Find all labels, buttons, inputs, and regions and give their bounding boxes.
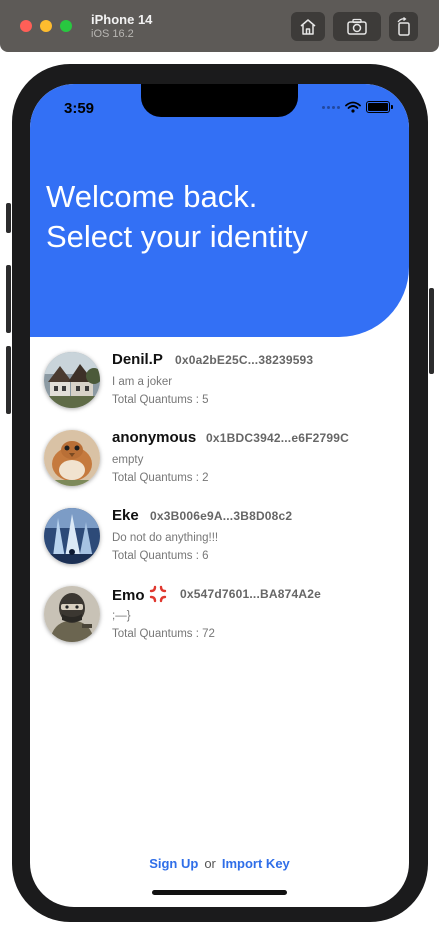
home-icon	[300, 18, 316, 35]
identity-item[interactable]: Emo 0x547d7601...BA874A2e ;—} Total Quan…	[30, 581, 409, 651]
welcome-line: Welcome back.	[46, 179, 258, 214]
select-identity-line: Select your identity	[46, 219, 308, 254]
identity-total-quantums: Total Quantums : 72	[112, 628, 215, 640]
or-separator: or	[204, 856, 216, 871]
identity-total-quantums: Total Quantums : 5	[112, 394, 209, 406]
os-version: iOS 16.2	[91, 28, 134, 40]
identity-total-quantums: Total Quantums : 6	[112, 550, 209, 562]
identity-address: 0x3B006e9A...3B8D08c2	[150, 509, 293, 523]
identity-total-quantums: Total Quantums : 2	[112, 472, 209, 484]
sign-up-link[interactable]: Sign Up	[149, 856, 198, 871]
volume-up-button	[6, 265, 11, 333]
close-window-button[interactable]	[20, 20, 32, 32]
rotate-icon	[396, 16, 410, 36]
status-indicators	[322, 101, 393, 113]
identity-name-text: Emo	[112, 587, 145, 604]
identity-description: Do not do anything!!!	[112, 532, 219, 544]
identity-name: anonymous	[112, 429, 197, 446]
status-time: 3:59	[64, 100, 95, 117]
identity-item[interactable]: Denil.P 0x0a2bE25C...38239593 I am a jok…	[30, 347, 409, 417]
dynamic-notch	[141, 84, 298, 117]
identity-name: Denil.P	[112, 351, 163, 368]
simulator-titlebar: iPhone 14 iOS 16.2	[0, 0, 439, 52]
bird-avatar	[44, 430, 100, 486]
power-button	[429, 288, 434, 374]
wifi-icon	[345, 101, 361, 113]
identity-description: empty	[112, 454, 144, 466]
identity-address: 0x0a2bE25C...38239593	[175, 353, 314, 367]
silent-switch	[6, 203, 11, 233]
identity-name: Emo	[112, 585, 167, 604]
identity-description: ;—}	[112, 610, 131, 622]
cellular-signal-icon	[322, 105, 340, 109]
volume-down-button	[6, 346, 11, 414]
device-name: iPhone 14	[91, 12, 153, 27]
page-title: Welcome back. Select your identity	[46, 177, 308, 257]
auth-footer: Sign Up or Import Key	[30, 856, 409, 871]
identity-address: 0x547d7601...BA874A2e	[180, 587, 321, 601]
screenshot-icon	[347, 18, 367, 35]
zoom-window-button[interactable]	[60, 20, 72, 32]
home-indicator[interactable]	[152, 890, 287, 895]
identity-item[interactable]: Eke 0x3B006e9A...3B8D08c2 Do not do anyt…	[30, 503, 409, 573]
village-house-avatar	[44, 352, 100, 408]
anger-icon	[149, 585, 166, 603]
identity-description: I am a joker	[112, 376, 173, 388]
app-screen: 3:59 Welcome back. Select your identity	[30, 84, 409, 907]
masked-soldier-avatar	[44, 586, 100, 642]
rotate-button[interactable]	[389, 12, 418, 41]
identity-name: Eke	[112, 507, 139, 524]
minimize-window-button[interactable]	[40, 20, 52, 32]
screenshot-button[interactable]	[333, 12, 381, 41]
home-button[interactable]	[291, 12, 325, 41]
identity-address: 0x1BDC3942...e6F2799C	[206, 431, 349, 445]
battery-icon	[366, 101, 393, 113]
ice-waterfall-avatar	[44, 508, 100, 564]
import-key-link[interactable]: Import Key	[222, 856, 290, 871]
identity-item[interactable]: anonymous 0x1BDC3942...e6F2799C empty To…	[30, 425, 409, 495]
